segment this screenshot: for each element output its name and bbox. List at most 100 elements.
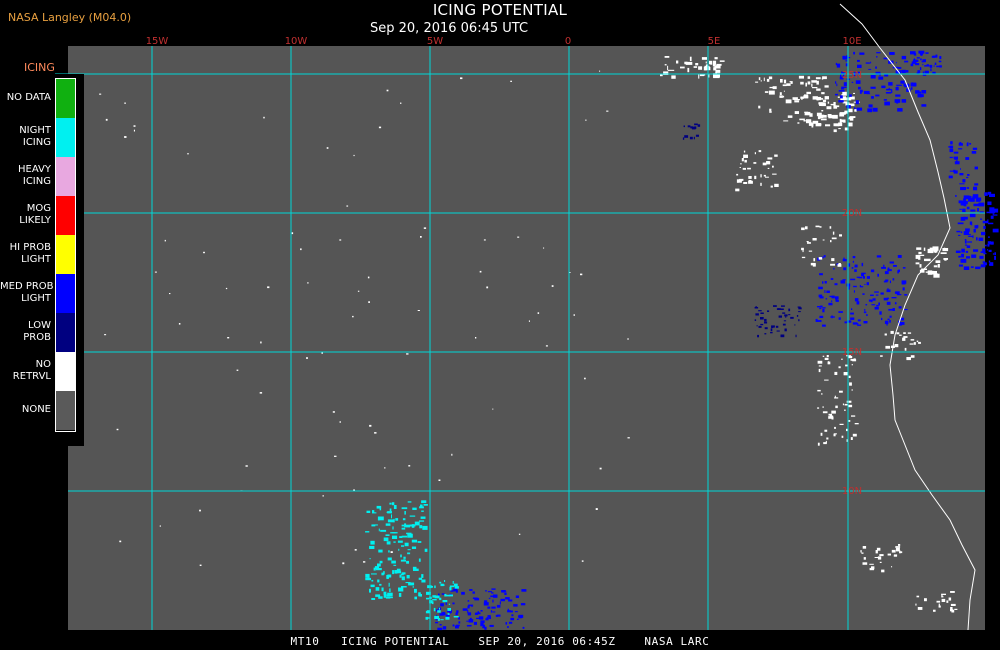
cloud-pixel [387,592,393,597]
cloud-pixel [956,162,959,164]
cloud-pixel [401,524,405,527]
cloud-pixel [660,74,663,77]
cloud-pixel [480,610,483,612]
cloud-pixel [854,107,856,110]
cloud-pixel [456,610,459,614]
cloud-pixel [977,208,979,212]
cloud-pixel [962,208,966,213]
cloud-pixel [755,81,759,83]
cloud-pixel [403,556,406,559]
cloud-pixel [758,77,761,81]
cloud-pixel [899,322,905,325]
cloud-pixel [921,90,927,94]
cloud-pixel [470,604,474,607]
cloud-pixel [798,319,800,322]
cloud-pixel [505,622,508,625]
cloud-pixel [937,263,940,268]
cloud-pixel [453,583,458,587]
cloud-pixel [941,596,944,598]
cloud-pixel [699,74,704,77]
cloud-pixel [774,154,778,157]
footer-caption: MT10 ICING POTENTIAL SEP 20, 2016 06:45Z… [290,635,710,648]
cloud-pixel [449,585,455,588]
cloud-pixel [387,511,392,514]
cloud-pixel [824,85,829,88]
cloud-pixel [306,357,308,359]
cloud-pixel [830,278,834,280]
cloud-pixel [388,550,390,553]
cloud-pixel [910,82,917,87]
legend-label: MED PROB LIGHT [0,280,54,304]
cloud-pixel [958,200,963,204]
cloud-pixel [760,182,762,186]
cloud-pixel [843,82,847,86]
cloud-pixel [849,382,852,386]
cloud-pixel [806,91,811,95]
cloud-pixel [975,266,981,270]
cloud-pixel [832,114,838,119]
cloud-pixel [987,243,990,247]
cloud-pixel [758,105,761,109]
cloud-pixel [133,129,135,132]
cloud-pixel [383,537,389,542]
cloud-pixel [915,603,917,606]
cloud-pixel [705,61,707,64]
cloud-pixel [981,231,986,236]
cloud-pixel [867,108,872,113]
cloud-pixel [414,588,417,593]
cloud-pixel [983,253,987,255]
cloud-pixel [974,225,978,229]
cloud-pixel [367,276,370,279]
cloud-pixel [388,582,390,587]
lat-label-25n: 25N [842,70,862,81]
cloud-pixel [942,248,949,252]
cloud-pixel [788,308,791,312]
cloud-pixel [822,355,825,357]
cloud-pixel [819,315,824,318]
cloud-pixel [413,568,419,571]
cloud-pixel [852,359,857,362]
cloud-pixel [762,162,767,166]
cloud-pixel [800,96,804,99]
cloud-pixel [760,323,764,326]
cloud-pixel [401,527,406,530]
cloud-pixel [901,99,907,103]
cloud-pixel [863,321,868,324]
cloud-pixel [850,312,854,315]
cloud-pixel [473,621,477,625]
cloud-pixel [771,326,774,329]
cloud-pixel [891,549,896,553]
cloud-pixel [851,415,856,417]
cloud-pixel [418,558,421,562]
cloud-pixel [862,293,865,295]
cloud-pixel [889,320,891,323]
cloud-pixel [827,361,830,365]
legend-label: NO RETRVL [12,358,51,382]
cloud-pixel [986,249,989,251]
cloud-pixel [449,587,452,591]
cloud-pixel [776,308,780,310]
cloud-pixel [379,583,382,586]
cloud-pixel [742,167,746,170]
cloud-pixel [627,437,630,439]
cloud-pixel [919,264,922,268]
cloud-pixel [921,104,927,107]
lon-label-0: 0 [565,36,571,47]
cloud-pixel [371,598,376,600]
cloud-pixel [407,501,412,503]
cloud-pixel [898,306,902,309]
cloud-pixel [839,234,842,237]
cloud-pixel [383,591,387,595]
cloud-pixel [402,518,406,521]
cloud-pixel [933,265,938,268]
cloud-pixel [804,94,809,99]
cloud-pixel [863,90,870,94]
legend-label: NIGHT ICING [19,124,51,148]
cloud-pixel [485,590,487,592]
cloud-pixel [941,594,943,597]
cloud-pixel [896,332,900,335]
cloud-pixel [889,315,892,318]
cloud-pixel [710,62,713,65]
cloud-pixel [758,310,762,312]
cloud-pixel [961,248,965,253]
